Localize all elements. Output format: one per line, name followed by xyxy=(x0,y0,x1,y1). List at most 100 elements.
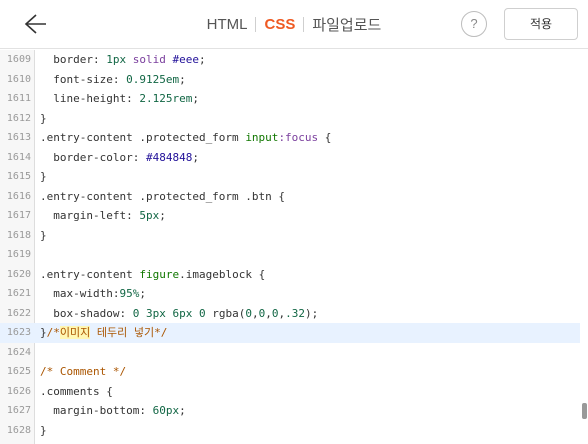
code-text: border-color: #484848; xyxy=(40,148,199,168)
tab-bar: HTML CSS 파일업로드 xyxy=(0,0,588,49)
code-line-active[interactable]: 1623}/*이미지 테두리 넣기*/ xyxy=(0,323,580,343)
tab-css[interactable]: CSS xyxy=(264,16,295,33)
code-line[interactable]: 1624 xyxy=(0,343,580,363)
code-token: /* Comment */ xyxy=(40,365,127,378)
code-token: , xyxy=(251,306,259,320)
code-line[interactable]: 1614 border-color: #484848; xyxy=(0,148,580,168)
code-line[interactable]: 1616 .entry-content .protected_form .btn … xyxy=(0,187,580,207)
code-token: margin-bottom xyxy=(53,404,140,417)
code-token: :focus xyxy=(278,131,319,144)
code-token: 2.125rem xyxy=(139,92,193,105)
code-token: : xyxy=(132,150,146,164)
code-token: 0 xyxy=(245,306,252,320)
code-token: .entry-content xyxy=(40,267,140,281)
code-token: ; xyxy=(139,287,146,300)
code-token: ; xyxy=(179,72,186,86)
arrow-left-icon xyxy=(24,14,46,34)
code-token: } xyxy=(40,326,47,339)
code-text: box-shadow: 0 3px 6px 0 rgba(0,0,0,.32); xyxy=(40,304,318,324)
editor-header: HTML CSS 파일업로드 ? 적용 xyxy=(0,0,588,49)
back-button[interactable] xyxy=(14,9,48,39)
code-token: max-width xyxy=(53,287,113,300)
scrollbar-thumb[interactable] xyxy=(582,403,587,419)
code-line[interactable]: 1619 xyxy=(0,245,580,265)
code-token: } xyxy=(40,170,47,183)
code-line[interactable]: 1625 /* Comment */ xyxy=(0,362,580,382)
code-text: border: 1px solid #eee; xyxy=(40,50,205,70)
code-line[interactable]: 1621 max-width:95%; xyxy=(0,284,580,304)
line-number: 1628 xyxy=(6,424,31,436)
code-token: #484848 xyxy=(145,150,193,164)
code-token: 5px xyxy=(139,209,160,222)
code-text: margin-left: 5px; xyxy=(40,206,166,226)
tab-divider xyxy=(255,17,257,32)
code-line[interactable]: 1610 font-size: 0.9125em; xyxy=(0,70,580,90)
help-button[interactable]: ? xyxy=(461,11,487,37)
code-text: .entry-content .protected_form .btn { xyxy=(40,187,285,207)
code-token: } xyxy=(40,111,47,125)
code-token: .imageblock { xyxy=(179,267,266,281)
code-line[interactable]: 1615} xyxy=(0,167,580,187)
code-line[interactable]: 1609 border: 1px solid #eee; xyxy=(0,50,580,70)
code-text: } xyxy=(40,226,47,246)
code-text: .entry-content .protected_form input:foc… xyxy=(40,128,331,148)
code-line[interactable]: 1613 .entry-content .protected_form input… xyxy=(0,128,580,148)
code-text: /* Comment */ xyxy=(40,362,126,382)
code-line[interactable]: 1628} xyxy=(0,421,580,441)
code-token: : xyxy=(139,404,153,417)
code-token: 3px xyxy=(145,306,166,320)
tab-html[interactable]: HTML xyxy=(207,16,248,33)
code-token: 60px xyxy=(152,404,180,417)
line-number: 1611 xyxy=(6,93,31,104)
code-token: ); xyxy=(304,306,319,320)
code-token: : xyxy=(126,209,140,222)
line-number: 1610 xyxy=(6,73,31,85)
code-line[interactable]: 1620 .entry-content figure.imageblock { xyxy=(0,265,580,285)
code-token: border-color xyxy=(53,150,133,164)
code-token: 테두리 넣기*/ xyxy=(90,326,168,339)
code-token: ; xyxy=(159,209,166,222)
line-number: 1625 xyxy=(6,366,31,377)
line-number: 1614 xyxy=(6,151,31,163)
tab-file-upload[interactable]: 파일업로드 xyxy=(312,14,381,35)
code-text: margin-bottom: 60px; xyxy=(40,401,185,421)
code-line[interactable]: 1611 line-height: 2.125rem; xyxy=(0,89,580,109)
line-number: 1619 xyxy=(6,249,31,260)
code-token: : xyxy=(126,92,140,105)
line-number: 1615 xyxy=(6,171,31,182)
scrollbar-track[interactable] xyxy=(580,50,588,444)
code-token: .32 xyxy=(285,306,305,320)
line-number: 1612 xyxy=(6,112,31,124)
code-editor[interactable]: 1609 border: 1px solid #eee; 1610 font-si… xyxy=(0,50,588,444)
code-line[interactable]: 1622 box-shadow: 0 3px 6px 0 rgba(0,0,0,… xyxy=(0,304,580,324)
line-number: 1626 xyxy=(6,385,31,397)
code-line[interactable]: 1617 margin-left: 5px; xyxy=(0,206,580,226)
code-token: 95% xyxy=(119,287,140,300)
line-number: 1613 xyxy=(6,132,31,143)
apply-button[interactable]: 적용 xyxy=(504,8,578,40)
code-line[interactable]: 1626 .comments { xyxy=(0,382,580,402)
code-token: .comments { xyxy=(40,384,113,398)
code-token: } xyxy=(40,423,47,437)
code-token: : xyxy=(119,306,133,320)
line-number: 1616 xyxy=(6,190,31,202)
code-line[interactable]: 1627 margin-bottom: 60px; xyxy=(0,401,580,421)
code-token: 1px xyxy=(106,53,127,66)
code-line[interactable]: 1612} xyxy=(0,109,580,129)
code-token: box-shadow xyxy=(53,306,120,320)
code-line[interactable]: 1618} xyxy=(0,226,580,246)
code-text: max-width:95%; xyxy=(40,284,146,304)
line-number: 1620 xyxy=(6,268,31,280)
code-token: /* xyxy=(46,326,60,339)
